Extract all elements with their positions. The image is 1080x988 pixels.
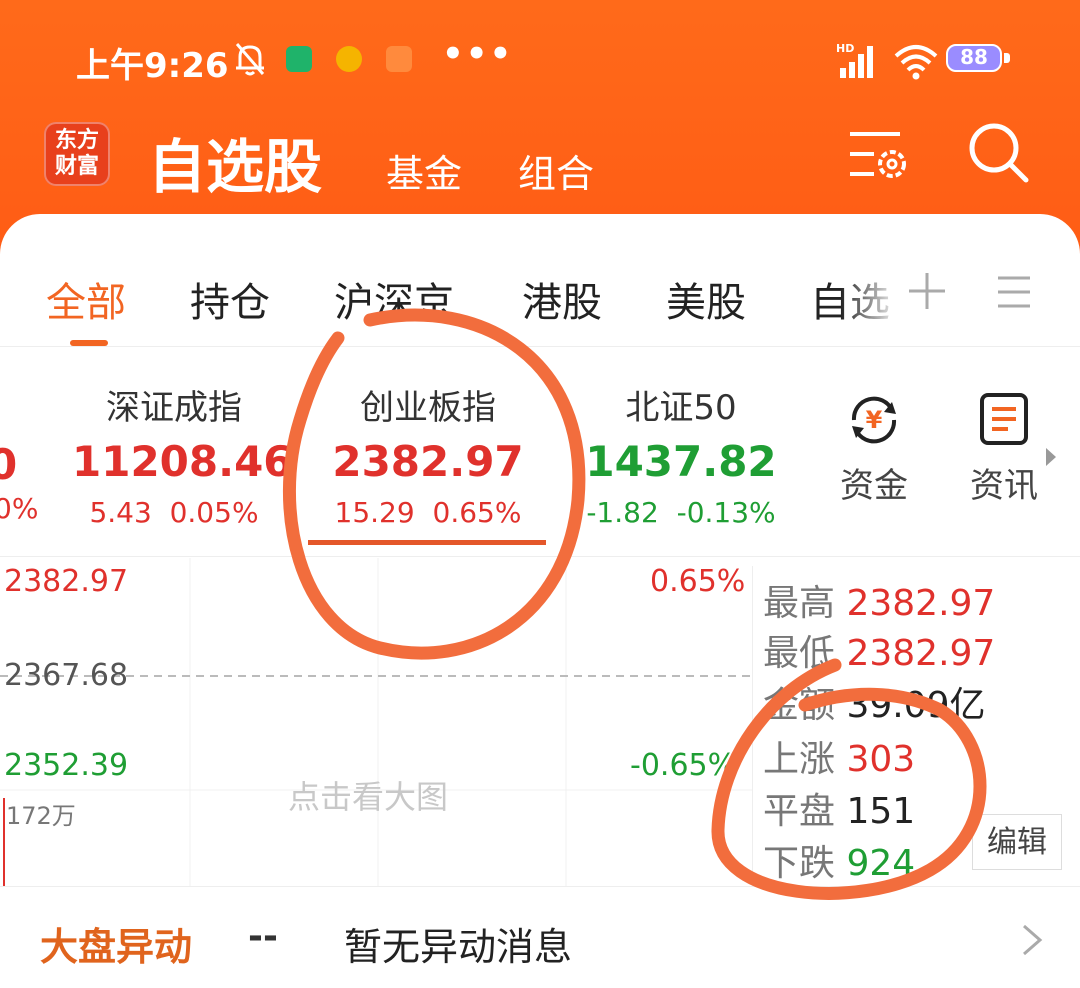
- index-card-bse50[interactable]: 北证50 1437.82 -1.82 -0.13%: [576, 380, 786, 529]
- notifications-off-icon: [235, 43, 265, 76]
- index-price: 1437.82: [585, 437, 777, 486]
- taobao-icon: [386, 46, 412, 72]
- add-group-icon[interactable]: [906, 270, 948, 312]
- market-alert-message[interactable]: 暂无异动消息: [344, 916, 572, 971]
- stat-advancers: 上涨 303: [763, 739, 916, 780]
- chart-high-price: 2382.97: [4, 564, 129, 599]
- index-name: 北证50: [625, 388, 737, 428]
- chart-grid: [0, 558, 752, 886]
- index-card-chinext[interactable]: 创业板指 2382.97 15.29 0.65%: [318, 380, 538, 529]
- stat-decliners: 下跌 924: [763, 843, 916, 884]
- tab-us-stocks[interactable]: 美股: [666, 270, 746, 328]
- view-large-chart-hint[interactable]: 点击看大图: [288, 772, 448, 818]
- chevron-right-icon[interactable]: [1020, 922, 1044, 958]
- scroll-right-icon[interactable]: [1044, 446, 1058, 468]
- partial-index-price: 0: [0, 440, 18, 489]
- nav-portfolio[interactable]: 组合: [518, 143, 594, 198]
- chart-prev-close: 2367.68: [4, 658, 129, 693]
- index-card-szse[interactable]: 深证成指 11208.46 5.43 0.05%: [72, 380, 293, 529]
- funds-icon: ¥: [851, 396, 897, 444]
- tab-shanghai-shenzhen-beijing[interactable]: 沪深京: [334, 270, 454, 328]
- index-pct: -0.13%: [676, 496, 776, 529]
- signal-icon: HD: [836, 42, 873, 78]
- index-change: 5.43: [89, 496, 152, 529]
- index-price: 11208.46: [72, 437, 293, 486]
- market-alert-separator: --: [248, 916, 278, 957]
- index-price: 2382.97: [332, 437, 524, 486]
- menu-icon[interactable]: [996, 274, 1032, 310]
- shopping-app-icon: [286, 46, 312, 72]
- news-label: 资讯: [970, 466, 1038, 506]
- battery-level: 88: [960, 45, 988, 69]
- stat-high: 最高 2382.97: [763, 583, 996, 624]
- intraday-mini-chart[interactable]: [0, 558, 752, 886]
- index-change: -1.82: [586, 496, 659, 529]
- chart-low-price: 2352.39: [4, 748, 129, 783]
- chart-low-pct: -0.65%: [630, 748, 737, 783]
- tab-holdings[interactable]: 持仓: [190, 270, 270, 328]
- wifi-icon: [894, 45, 938, 80]
- status-time: 上午9:26: [76, 46, 229, 86]
- battery-icon: 88: [946, 44, 1002, 72]
- more-notifications-icon: •••: [442, 34, 514, 74]
- status-bar: 上午9:26 ••• HD 88: [0, 34, 1080, 86]
- index-change: 15.29: [334, 496, 415, 529]
- index-pct: 0.05%: [169, 496, 259, 529]
- market-alert-label: 大盘异动: [40, 925, 193, 969]
- svg-text:¥: ¥: [866, 406, 883, 434]
- edit-stats-button[interactable]: 编辑: [972, 814, 1062, 870]
- svg-text:HD: HD: [836, 42, 854, 55]
- partial-index-pct: 0%: [0, 492, 39, 525]
- stat-amount: 金额 39.09亿: [763, 685, 986, 726]
- index-pct: 0.65%: [432, 496, 522, 529]
- chart-volume: 172万: [6, 802, 76, 830]
- stat-low: 最低 2382.97: [763, 633, 996, 674]
- news-icon: [980, 393, 1028, 445]
- stat-unchanged: 平盘 151: [763, 791, 916, 832]
- app-logo: 东方 财富: [44, 122, 110, 186]
- nav-fund[interactable]: 基金: [386, 143, 462, 198]
- search-icon[interactable]: [966, 120, 1030, 184]
- funds-label: 资金: [840, 466, 908, 506]
- page-title: 自选股: [148, 133, 323, 201]
- chart-high-pct: 0.65%: [650, 564, 746, 599]
- settings-icon[interactable]: [848, 126, 912, 182]
- tab-hk-stocks[interactable]: 港股: [522, 270, 602, 328]
- funds-button[interactable]: ¥ 资金: [832, 392, 916, 507]
- weibo-icon: [336, 46, 362, 72]
- index-name: 创业板指: [360, 388, 496, 428]
- selected-index-indicator: [308, 540, 546, 545]
- news-button[interactable]: 资讯: [964, 392, 1044, 507]
- index-name: 深证成指: [106, 388, 242, 428]
- tab-all[interactable]: 全部: [46, 270, 126, 328]
